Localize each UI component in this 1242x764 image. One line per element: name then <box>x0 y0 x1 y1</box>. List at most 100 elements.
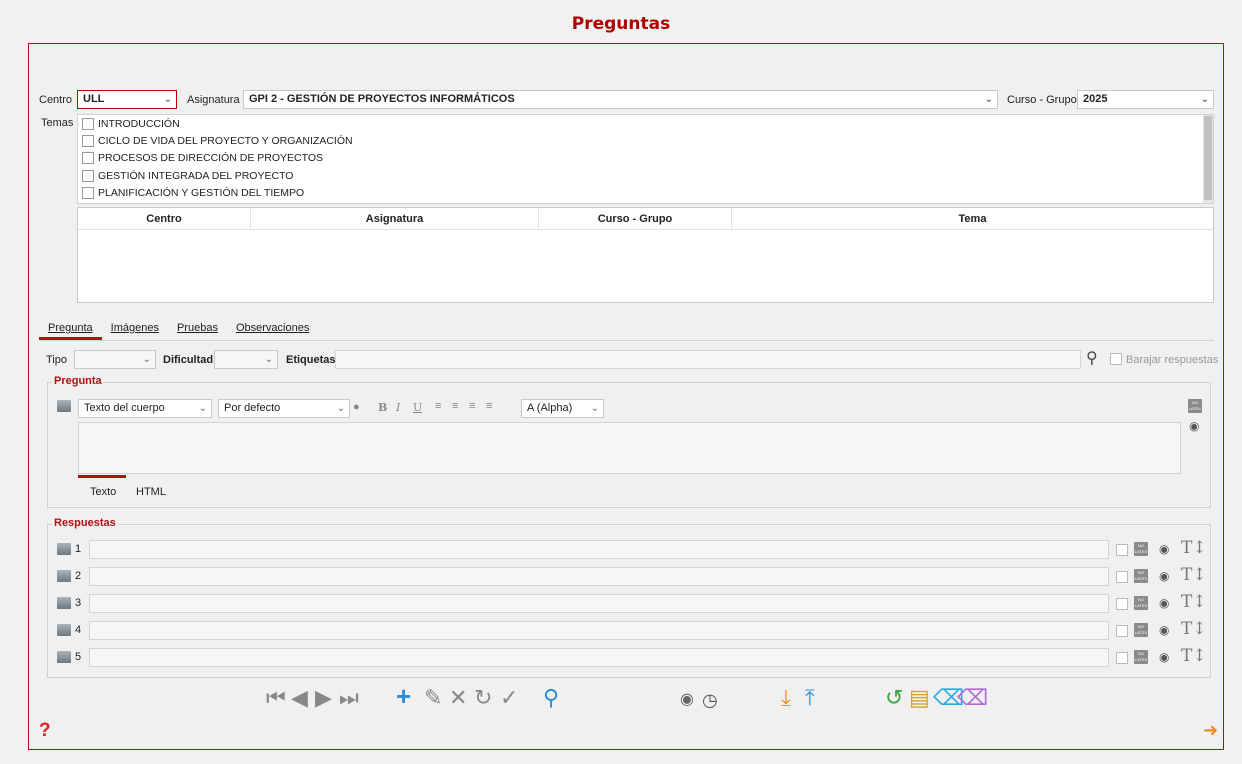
text-size-icon[interactable]: T↕ <box>1181 646 1207 666</box>
tema-item[interactable]: PROCESOS DE DIRECCIÓN DE PROYECTOS <box>78 150 1213 167</box>
tab-imagenes[interactable]: Imágenes <box>102 320 168 340</box>
tema-checkbox[interactable] <box>82 187 94 200</box>
trash-all-icon[interactable]: ⌫ <box>957 687 988 709</box>
import-icon[interactable]: ⤓ <box>781 687 791 709</box>
export-icon[interactable]: ⤒ <box>805 687 815 709</box>
tema-checkbox[interactable] <box>82 152 94 165</box>
chevron-down-icon: ⌄ <box>142 354 151 365</box>
align-right-icon[interactable]: ≡ <box>469 400 475 412</box>
search-icon[interactable]: ⚲ <box>543 687 559 709</box>
exit-icon[interactable]: ➜ <box>1203 720 1218 741</box>
align-left-icon[interactable]: ≡ <box>435 400 441 412</box>
color-icon[interactable]: ● <box>353 401 360 413</box>
correct-checkbox[interactable] <box>1116 571 1128 583</box>
no-latex-icon[interactable]: NO LATEX <box>1134 569 1148 583</box>
refresh-icon[interactable]: ↻ <box>474 687 492 709</box>
previous-record-icon[interactable]: ◀ <box>291 687 308 709</box>
tipo-select[interactable]: ⌄ <box>74 350 156 369</box>
etiquetas-input[interactable] <box>335 350 1081 369</box>
cancel-icon[interactable]: ✕ <box>449 687 467 709</box>
tema-item[interactable]: CICLO DE VIDA DEL PROYECTO Y ORGANIZACIÓ… <box>78 132 1213 149</box>
paragraph-style-select[interactable]: Texto del cuerpo ⌄ <box>78 399 212 418</box>
text-size-icon[interactable]: T↕ <box>1181 538 1207 558</box>
eye-icon[interactable]: ◉ <box>1159 542 1169 556</box>
underline-button[interactable]: U <box>413 401 422 414</box>
tema-checkbox[interactable] <box>82 169 94 182</box>
shuffle-checkbox[interactable] <box>1110 353 1122 365</box>
align-center-icon[interactable]: ≡ <box>452 400 458 412</box>
column-header[interactable]: Tema <box>732 208 1213 229</box>
no-latex-icon[interactable]: NO LATEX <box>1134 623 1148 637</box>
editor-tab-texto[interactable]: Texto <box>90 486 116 498</box>
curso-select[interactable]: 2025 ⌄ <box>1077 90 1214 109</box>
tab-pregunta[interactable]: Pregunta <box>39 320 102 340</box>
no-latex-icon[interactable]: NO LATEX <box>1188 399 1202 413</box>
image-icon[interactable] <box>57 651 71 663</box>
eye-icon[interactable]: ◉ <box>1159 623 1169 637</box>
image-icon[interactable] <box>57 624 71 636</box>
tema-checkbox[interactable] <box>82 117 94 130</box>
tema-checkbox[interactable] <box>82 135 94 148</box>
align-justify-icon[interactable]: ≡ <box>486 400 492 412</box>
scrollbar-thumb[interactable] <box>1204 116 1212 200</box>
image-icon[interactable] <box>57 543 71 555</box>
eye-icon[interactable]: ◉ <box>1159 596 1169 610</box>
list-style-select[interactable]: A (Alpha) ⌄ <box>521 399 604 418</box>
italic-button[interactable]: I <box>396 401 400 414</box>
no-latex-icon[interactable]: NO LATEX <box>1134 542 1148 556</box>
no-latex-icon[interactable]: NO LATEX <box>1134 596 1148 610</box>
search-icon[interactable]: ⚲ <box>1086 348 1098 368</box>
correct-checkbox[interactable] <box>1116 598 1128 610</box>
tab-observaciones[interactable]: Observaciones <box>227 320 318 340</box>
timer-icon[interactable]: ◷ <box>702 689 718 711</box>
tab-pruebas[interactable]: Pruebas <box>168 320 227 340</box>
associations-table[interactable]: Centro Asignatura Curso - Grupo Tema <box>77 207 1214 303</box>
centro-select[interactable]: ULL ⌄ <box>77 90 177 109</box>
text-size-icon[interactable]: T↕ <box>1181 619 1207 639</box>
edit-icon[interactable]: ✎ <box>424 687 442 709</box>
text-size-icon[interactable]: T↕ <box>1181 565 1207 585</box>
tema-item[interactable]: GESTIÓN INTEGRADA DEL PROYECTO <box>78 167 1213 184</box>
tema-item[interactable]: PLANIFICACIÓN Y GESTIÓN DEL TIEMPO <box>78 185 1213 202</box>
list-style-value: A (Alpha) <box>527 402 573 414</box>
image-icon[interactable] <box>57 400 71 412</box>
confirm-icon[interactable]: ✓ <box>500 687 518 709</box>
image-icon[interactable] <box>57 570 71 582</box>
correct-checkbox[interactable] <box>1116 544 1128 556</box>
tema-label: INTRODUCCIÓN <box>98 117 180 130</box>
eye-icon[interactable]: ◉ <box>680 689 694 711</box>
editor-tab-html[interactable]: HTML <box>136 486 166 498</box>
history-icon[interactable]: ↺ <box>885 687 903 709</box>
column-header[interactable]: Centro <box>78 208 251 229</box>
eye-icon[interactable]: ◉ <box>1159 569 1169 583</box>
bold-button[interactable]: B <box>378 401 387 414</box>
answer-input[interactable] <box>89 621 1109 640</box>
answer-input[interactable] <box>89 594 1109 613</box>
temas-list[interactable]: INTRODUCCIÓN CICLO DE VIDA DEL PROYECTO … <box>77 114 1214 204</box>
help-icon[interactable]: ? <box>39 720 51 742</box>
answer-input[interactable] <box>89 540 1109 559</box>
text-size-icon[interactable]: T↕ <box>1181 592 1207 612</box>
question-editor[interactable] <box>78 422 1181 474</box>
column-header[interactable]: Curso - Grupo <box>539 208 732 229</box>
centro-value: ULL <box>83 93 105 105</box>
dificultad-select[interactable]: ⌄ <box>214 350 278 369</box>
eye-icon[interactable]: ◉ <box>1159 650 1169 664</box>
asignatura-select[interactable]: GPI 2 - GESTIÓN DE PROYECTOS INFORMÁTICO… <box>243 90 998 109</box>
correct-checkbox[interactable] <box>1116 652 1128 664</box>
add-icon[interactable]: + <box>396 683 411 709</box>
temas-scrollbar[interactable] <box>1203 115 1213 203</box>
image-icon[interactable] <box>57 597 71 609</box>
no-latex-icon[interactable]: NO LATEX <box>1134 650 1148 664</box>
last-record-icon[interactable]: ⏭ <box>339 687 359 709</box>
eye-icon[interactable]: ◉ <box>1189 419 1199 433</box>
document-icon[interactable]: ▤ <box>909 687 930 709</box>
column-header[interactable]: Asignatura <box>251 208 539 229</box>
correct-checkbox[interactable] <box>1116 625 1128 637</box>
first-record-icon[interactable]: ⏮ <box>266 687 286 709</box>
next-record-icon[interactable]: ▶ <box>315 687 332 709</box>
tema-item[interactable]: INTRODUCCIÓN <box>78 115 1213 132</box>
answer-input[interactable] <box>89 567 1109 586</box>
answer-input[interactable] <box>89 648 1109 667</box>
font-select[interactable]: Por defecto ⌄ <box>218 399 350 418</box>
